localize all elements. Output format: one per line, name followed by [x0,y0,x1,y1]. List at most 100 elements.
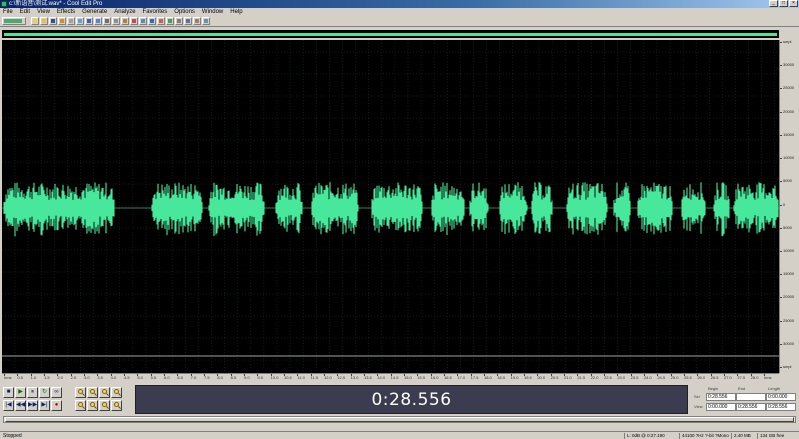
menu-analyze[interactable]: Analyze [114,8,135,16]
view-row-label: View [694,404,703,409]
zoom-full-icon[interactable] [99,387,110,398]
overview-bar[interactable] [2,30,779,38]
go-to-start-button[interactable]: |◀ [3,400,14,411]
time-ruler-label: 11.5 [310,375,319,380]
view-begin-field[interactable]: 0:00.000 [706,403,736,411]
properties-button[interactable] [202,17,210,25]
menu-view[interactable]: View [37,8,50,16]
time-ruler-tick [684,374,685,376]
rewind-button[interactable]: ◀◀ [15,400,26,411]
zoom-in-horizontal-icon[interactable] [75,387,86,398]
loop-button[interactable]: ∞ [51,387,62,398]
zoom-right-icon[interactable] [87,400,98,411]
selection-view-panel: Begin End Length Sel View 0:28.556 0:00.… [692,386,798,414]
time-ruler-tick [124,374,125,376]
cut-button[interactable] [103,17,111,25]
horizontal-scrollbar[interactable] [3,416,796,423]
overview-view-range[interactable] [4,33,777,36]
time-ruler-label: 18.5 [497,375,506,380]
repeat-button[interactable] [148,17,156,25]
waveform-view-button[interactable] [166,17,174,25]
play-to-end-button[interactable]: ↻ [39,387,50,398]
time-ruler-label: 27.5 [737,375,746,380]
zoom-in-vertical-icon[interactable] [111,387,122,398]
waveform-panel[interactable] [2,40,779,373]
new-file-button[interactable] [31,17,39,25]
menu-help[interactable]: Help [230,8,242,16]
open-file-button[interactable] [40,17,48,25]
zoom-out-vertical-icon[interactable] [111,400,122,411]
zoom-selection-icon[interactable] [99,400,110,411]
time-ruler-tick [737,374,739,376]
app-icon[interactable] [1,1,7,7]
time-ruler-label: 24.0 [644,375,652,380]
undo-button[interactable] [85,17,93,25]
zoom-left-icon[interactable] [75,400,86,411]
time-ruler-label: hms [764,375,772,380]
pause-button[interactable]: ⏸ [27,387,38,398]
paste-button[interactable] [121,17,129,25]
trim-button[interactable] [130,17,138,25]
metronome-button[interactable] [193,17,201,25]
time-ruler-label: 22.5 [604,375,612,380]
time-ruler-label: 10.5 [284,375,292,380]
menu-favorites[interactable]: Favorites [143,8,168,16]
save-file-button[interactable] [49,17,57,25]
snap-button[interactable] [175,17,183,25]
title-bar[interactable]: c:\新语音\测试.wav* - Cool Edit Pro _ □ × [0,0,799,8]
menu-effects[interactable]: Effects [57,8,75,16]
time-ruler-tick [30,374,32,376]
sel-end-field[interactable] [736,393,766,401]
fast-forward-button[interactable]: ▶▶ [27,400,38,411]
menu-generate[interactable]: Generate [82,8,107,16]
multitrack-toggle-button[interactable] [2,17,26,25]
waveform-display[interactable] [2,40,779,373]
close-file-button[interactable] [58,17,66,25]
amplitude-ruler-label: 10000 [783,247,795,253]
time-ruler-label: 16.0 [430,375,439,380]
status-size: 2.40 MB [731,433,751,439]
time-ruler[interactable]: hms 0.5 1.0 1.5 2.0 2.5 3.0 3.5 4.0 4.5 5.0 5.5 6.0 6… [2,373,779,382]
view-length-field[interactable]: 0:28.556 [766,403,796,411]
time-ruler-tick [470,374,472,376]
time-ruler-label: 0.5 [17,375,23,380]
menu-window[interactable]: Window [202,8,223,16]
menu-edit[interactable]: Edit [20,8,30,16]
mix-paste-button[interactable] [76,17,84,25]
cd-button[interactable] [67,17,75,25]
select-all-button[interactable] [139,17,147,25]
time-ruler-tick [310,374,312,376]
zoom-out-horizontal-icon[interactable] [87,387,98,398]
sel-length-field[interactable]: 0:00.000 [766,393,796,401]
menu-file[interactable]: File [3,8,13,16]
amplitude-ruler-label: 5000 [783,224,792,230]
time-ruler-label: 25.0 [670,375,679,380]
status-free: 134 GB free [757,433,784,439]
status-bar: Stopped L: 0dB @ 0:27.190 44100 ?Hz ?-bi… [0,431,799,439]
waveform-path [3,182,779,237]
amplitude-ruler-tick [780,227,782,229]
maximize-button[interactable]: □ [779,0,788,7]
menu-options[interactable]: Options [174,8,195,16]
close-button[interactable]: × [789,0,798,7]
toolbar [0,16,799,27]
copy-button[interactable] [112,17,120,25]
redo-button[interactable] [94,17,102,25]
go-to-end-button[interactable]: ▶| [39,400,50,411]
minimize-button[interactable]: _ [769,0,778,7]
play-button[interactable]: ▶ [15,387,26,398]
sel-begin-field[interactable]: 0:28.556 [706,393,736,401]
stop-button[interactable]: ■ [3,387,14,398]
begin-header: Begin [708,386,719,391]
scrollbar-thumb[interactable] [5,417,794,422]
time-ruler-tick [337,374,339,376]
cue-button[interactable] [184,17,192,25]
amplitude-ruler-tick [780,134,782,136]
spectral-view-button[interactable] [157,17,165,25]
record-button[interactable]: ● [51,400,62,411]
amplitude-ruler-label: 25000 [783,85,795,91]
zoom-controls [75,387,129,413]
time-ruler-tick [97,374,99,376]
time-ruler-tick [164,374,165,376]
view-end-field[interactable]: 0:28.556 [736,403,766,411]
